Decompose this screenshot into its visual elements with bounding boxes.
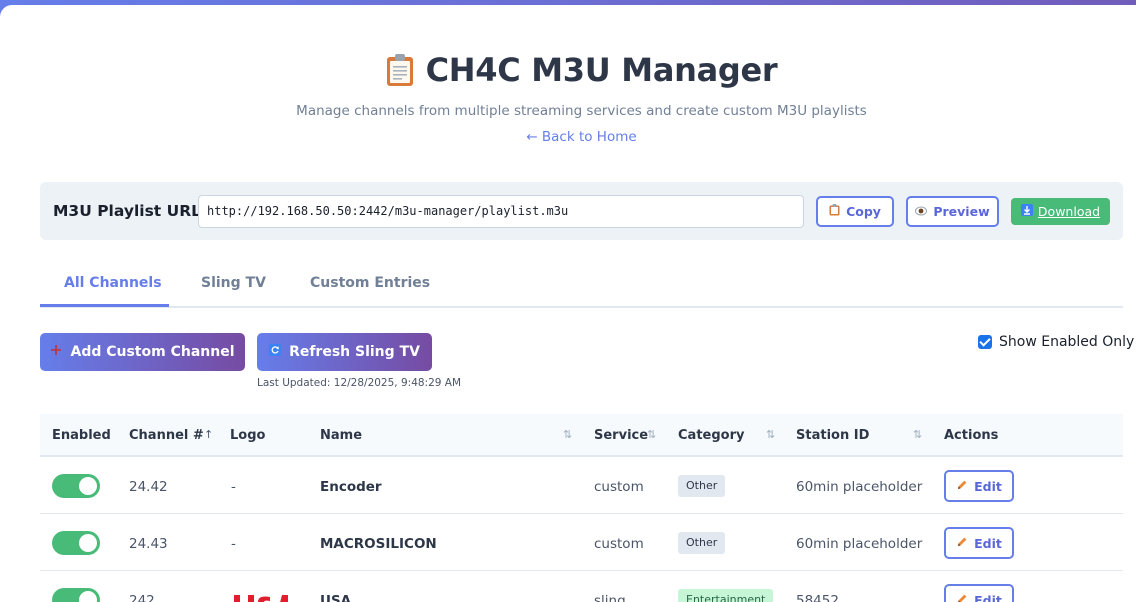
pencil-icon [956,536,968,551]
edit-label: Edit [974,592,1002,602]
preview-button[interactable]: Preview [906,196,999,227]
enabled-toggle[interactable] [52,531,100,555]
category-badge: Entertainment [678,589,774,602]
playlist-url-input[interactable]: http://192.168.50.50:2442/m3u-manager/pl… [198,195,804,228]
last-updated-text: Last Updated: 12/28/2025, 9:48:29 AM [257,377,462,389]
page-subtitle: Manage channels from multiple streaming … [296,103,867,119]
edit-label: Edit [974,535,1002,551]
plus-icon [50,344,62,360]
edit-label: Edit [974,478,1002,494]
header-actions: Actions [944,428,999,443]
tab-sling-tv[interactable]: Sling TV [201,275,266,291]
station-id: 60min placeholder [796,536,923,552]
sort-icon[interactable]: ⇅ [913,428,922,441]
service-name: custom [594,479,644,495]
channel-number: 24.43 [129,536,168,552]
station-id: 58452 [796,593,839,602]
channels-table: Enabled Channel # ↑ Logo Name ⇅ Service … [40,414,1123,602]
header-channel-number[interactable]: Channel # [129,428,204,443]
channel-tabs: All Channels Sling TV Custom Entries [40,267,1123,308]
channel-number: 24.42 [129,479,168,495]
sort-icon[interactable]: ⇅ [563,428,572,441]
copy-label: Copy [846,204,881,219]
category-badge: Other [678,475,726,497]
station-id: 60min placeholder [796,479,923,495]
download-label: Download [1037,204,1101,219]
enabled-toggle[interactable] [52,588,100,602]
add-custom-channel-button[interactable]: Add Custom Channel [40,333,245,371]
page-title-text: CH4C M3U Manager [425,51,778,89]
tab-all-channels[interactable]: All Channels [64,275,162,291]
header-logo: Logo [230,428,266,443]
page-title: CH4C M3U Manager [386,51,778,89]
edit-button[interactable]: Edit [944,584,1014,602]
pencil-icon [956,593,968,602]
header-service[interactable]: Service [594,428,648,443]
active-tab-indicator [40,304,169,307]
channel-name: MACROSILICON [320,536,437,552]
show-enabled-only-checkbox[interactable] [978,335,992,349]
header-station-id[interactable]: Station ID [796,428,869,443]
main-card: CH4C M3U Manager Manage channels from mu… [0,5,1136,602]
eye-icon [915,204,928,219]
show-enabled-only-filter[interactable]: Show Enabled Only [978,334,1134,350]
channel-name: USA [320,593,352,602]
tab-custom-entries[interactable]: Custom Entries [310,275,430,291]
enabled-toggle[interactable] [52,474,100,498]
header-enabled[interactable]: Enabled [52,428,111,443]
category-badge: Other [678,532,726,554]
usa-logo [232,591,288,602]
header-name[interactable]: Name [320,428,362,443]
sort-icon[interactable]: ⇅ [766,428,775,441]
edit-button[interactable]: Edit [944,470,1014,502]
channel-number: 242 [129,593,155,602]
playlist-url-label: M3U Playlist URL: [53,202,208,220]
clipboard-icon [386,53,414,87]
show-enabled-only-label: Show Enabled Only [999,334,1135,350]
download-icon [1020,204,1033,219]
service-name: custom [594,536,644,552]
download-button[interactable]: Download [1011,198,1110,225]
table-row: 242 USA sling Entertainment 58452 Edit [40,571,1123,602]
copy-button[interactable]: Copy [816,196,894,227]
preview-label: Preview [933,204,990,219]
back-to-home-link[interactable]: ← Back to Home [526,129,636,145]
page-header: CH4C M3U Manager Manage channels from mu… [0,51,1136,145]
refresh-sling-tv-button[interactable]: Refresh Sling TV [257,333,432,371]
refresh-sling-tv-label: Refresh Sling TV [289,344,420,360]
edit-button[interactable]: Edit [944,527,1014,559]
logo-placeholder: - [231,536,236,552]
refresh-icon [269,344,282,360]
table-row: 24.42 - Encoder custom Other 60min place… [40,457,1123,514]
clipboard-icon [829,204,840,219]
table-header: Enabled Channel # ↑ Logo Name ⇅ Service … [40,414,1123,457]
header-category[interactable]: Category [678,428,744,443]
add-custom-channel-label: Add Custom Channel [70,344,235,360]
sort-ascending-icon[interactable]: ↑ [204,428,213,441]
table-row: 24.43 - MACROSILICON custom Other 60min … [40,514,1123,571]
playlist-url-bar: M3U Playlist URL: http://192.168.50.50:2… [40,182,1123,240]
sort-icon[interactable]: ⇅ [647,428,656,441]
logo-placeholder: - [231,479,236,495]
pencil-icon [956,479,968,494]
service-name: sling [594,593,626,602]
channel-name: Encoder [320,479,382,495]
